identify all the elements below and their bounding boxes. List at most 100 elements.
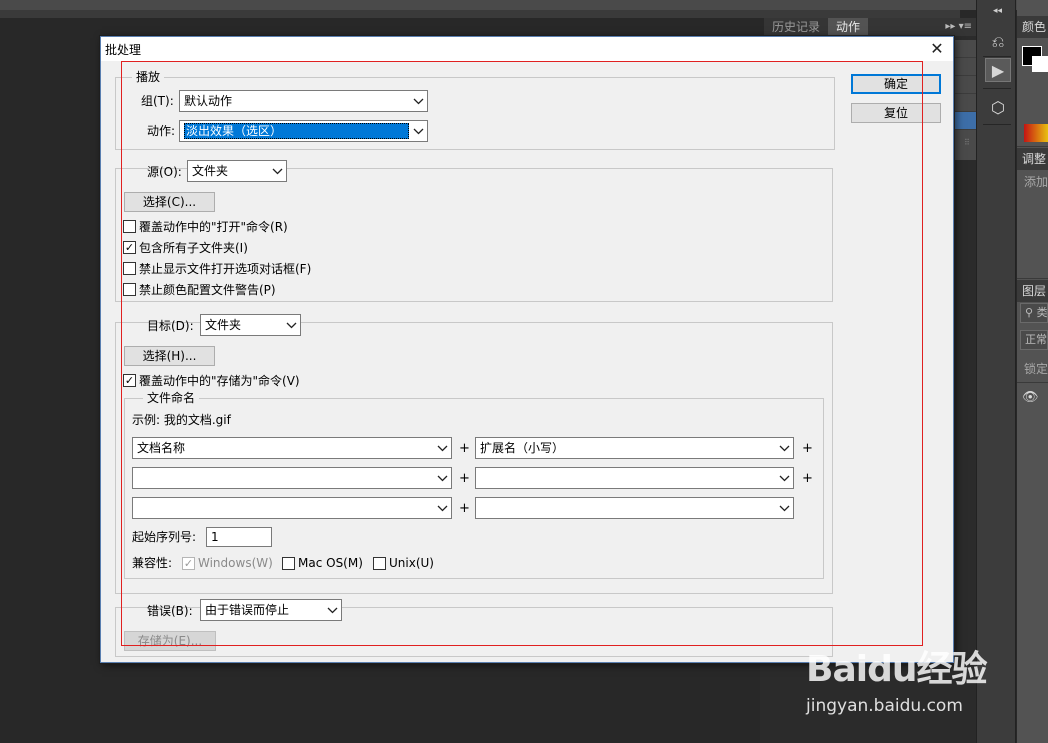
lock-label: 锁定 bbox=[1024, 362, 1048, 376]
divider bbox=[983, 56, 1011, 57]
history-icon[interactable]: ⎌ bbox=[985, 30, 1011, 54]
plus-sign: + bbox=[459, 441, 470, 456]
checkmark-icon: ✓ bbox=[123, 373, 136, 387]
collapse-arrows-icon[interactable]: ◂◂ bbox=[993, 6, 1002, 16]
plus-sign: + bbox=[802, 471, 813, 486]
play-group-title: 播放 bbox=[132, 69, 165, 85]
chevron-down-icon bbox=[413, 128, 424, 135]
chevron-down-icon bbox=[779, 475, 790, 482]
action-select[interactable]: 淡出效果（选区） bbox=[179, 120, 428, 142]
set-select[interactable]: 默认动作 bbox=[179, 90, 428, 112]
serial-label: 起始序列号: bbox=[132, 530, 197, 544]
action-label: 动作: bbox=[147, 124, 176, 138]
layers-search-input[interactable]: ⚲ 类 bbox=[1020, 303, 1048, 323]
adjustments-panel-header[interactable]: 调整 bbox=[1017, 148, 1048, 170]
windows-compat-checkbox[interactable]: ✓ Windows(W) bbox=[182, 555, 273, 571]
checkbox-label: Mac OS(M) bbox=[298, 556, 363, 570]
3d-cube-icon[interactable]: ⬡ bbox=[985, 96, 1011, 120]
naming-field-value: 扩展名（小写） bbox=[480, 441, 565, 455]
include-subfolders-checkbox[interactable]: ✓ 包含所有子文件夹(I) bbox=[123, 239, 248, 255]
list-item[interactable] bbox=[952, 58, 976, 76]
destination-choose-button[interactable]: 选择(H)... bbox=[124, 346, 215, 366]
color-ramp[interactable] bbox=[1024, 124, 1048, 142]
file-naming-title: 文件命名 bbox=[143, 390, 200, 406]
divider bbox=[983, 124, 1011, 125]
chevron-down-icon bbox=[437, 475, 448, 482]
checkbox-label: Unix(U) bbox=[389, 556, 434, 570]
divider bbox=[1017, 278, 1048, 279]
reset-button[interactable]: 复位 bbox=[851, 103, 941, 123]
resize-grip-icon[interactable]: ⠿ bbox=[964, 138, 976, 152]
checkbox-label: Windows(W) bbox=[198, 556, 273, 570]
dialog-body: 播放 组(T): 默认动作 动作: 淡出效果（选区） 确定 复位 源(O): 文… bbox=[107, 61, 949, 658]
list-item[interactable] bbox=[952, 112, 976, 130]
chevron-down-icon bbox=[286, 322, 297, 329]
panel-menu-icon[interactable]: ▸▸ ▾≡ bbox=[941, 18, 976, 36]
checkbox-label: 包含所有子文件夹(I) bbox=[139, 240, 248, 255]
plus-sign: + bbox=[459, 471, 470, 486]
chevron-down-icon bbox=[327, 607, 338, 614]
override-open-checkbox[interactable]: 覆盖动作中的"打开"命令(R) bbox=[123, 218, 288, 234]
naming-field-5[interactable] bbox=[132, 497, 452, 519]
color-panel-header[interactable]: 颜色 bbox=[1017, 16, 1048, 38]
blend-mode-select[interactable]: 正常 bbox=[1020, 330, 1048, 350]
naming-field-1[interactable]: 文档名称 bbox=[132, 437, 452, 459]
source-label: 源(O): bbox=[147, 165, 182, 179]
action-value: 淡出效果（选区） bbox=[184, 123, 409, 139]
errors-select[interactable]: 由于错误而停止 bbox=[200, 599, 342, 621]
source-value: 文件夹 bbox=[192, 164, 229, 178]
tab-history[interactable]: 历史记录 bbox=[764, 18, 828, 36]
collapsed-panel-strip: ◂◂ ⎌ ▶ ⬡ bbox=[976, 0, 1016, 743]
list-item[interactable] bbox=[952, 94, 976, 112]
checkmark-icon: ✓ bbox=[182, 556, 195, 570]
background-color-swatch[interactable] bbox=[1032, 56, 1048, 72]
serial-input[interactable]: 1 bbox=[206, 527, 272, 547]
errors-value: 由于错误而停止 bbox=[205, 603, 290, 617]
checkbox-box bbox=[373, 556, 386, 570]
checkbox-box bbox=[123, 261, 136, 275]
checkbox-box bbox=[123, 282, 136, 296]
chevron-down-icon bbox=[779, 445, 790, 452]
layers-filter-label: 类 bbox=[1036, 306, 1048, 319]
checkbox-box bbox=[282, 556, 295, 570]
set-label: 组(T): bbox=[141, 94, 174, 108]
list-item[interactable] bbox=[952, 40, 976, 58]
errors-save-as-button[interactable]: 存储为(E)... bbox=[124, 631, 216, 651]
divider bbox=[1017, 382, 1048, 383]
source-select[interactable]: 文件夹 bbox=[187, 160, 287, 182]
checkbox-label: 覆盖动作中的"存储为"命令(V) bbox=[139, 373, 300, 388]
unix-compat-checkbox[interactable]: Unix(U) bbox=[373, 555, 434, 571]
naming-field-2[interactable]: 扩展名（小写） bbox=[475, 437, 794, 459]
list-item[interactable] bbox=[952, 76, 976, 94]
checkbox-label: 禁止显示文件打开选项对话框(F) bbox=[139, 261, 312, 276]
batch-dialog: 批处理 ✕ 播放 组(T): 默认动作 动作: 淡出效果（选区） 确定 复位 源… bbox=[100, 36, 954, 663]
checkbox-box bbox=[123, 219, 136, 233]
play-actions-icon[interactable]: ▶ bbox=[985, 58, 1011, 82]
app-menu-bar bbox=[0, 0, 1048, 10]
close-icon[interactable]: ✕ bbox=[927, 40, 947, 58]
eye-icon[interactable]: 👁 bbox=[1022, 390, 1039, 405]
checkbox-label: 禁止颜色配置文件警告(P) bbox=[139, 282, 276, 297]
layers-panel-header[interactable]: 图层 bbox=[1017, 280, 1048, 302]
naming-field-value: 文档名称 bbox=[137, 441, 186, 455]
naming-field-4[interactable] bbox=[475, 467, 794, 489]
source-choose-button[interactable]: 选择(C)... bbox=[124, 192, 215, 212]
chevron-down-icon bbox=[437, 505, 448, 512]
destination-select[interactable]: 文件夹 bbox=[200, 314, 301, 336]
divider bbox=[983, 88, 1011, 89]
override-save-as-checkbox[interactable]: ✓ 覆盖动作中的"存储为"命令(V) bbox=[123, 372, 300, 388]
adjustments-add-label: 添加 bbox=[1024, 175, 1048, 189]
errors-label: 错误(B): bbox=[147, 604, 193, 618]
destination-label: 目标(D): bbox=[147, 319, 194, 333]
tab-actions[interactable]: 动作 bbox=[828, 18, 869, 36]
naming-field-6[interactable] bbox=[475, 497, 794, 519]
checkmark-icon: ✓ bbox=[123, 240, 136, 254]
naming-field-3[interactable] bbox=[132, 467, 452, 489]
macos-compat-checkbox[interactable]: Mac OS(M) bbox=[282, 555, 363, 571]
plus-sign: + bbox=[459, 501, 470, 516]
dialog-title: 批处理 bbox=[105, 43, 142, 57]
suppress-open-options-checkbox[interactable]: 禁止显示文件打开选项对话框(F) bbox=[123, 260, 311, 276]
ok-button[interactable]: 确定 bbox=[851, 74, 941, 94]
suppress-color-warnings-checkbox[interactable]: 禁止颜色配置文件警告(P) bbox=[123, 281, 276, 297]
chevron-down-icon bbox=[779, 505, 790, 512]
